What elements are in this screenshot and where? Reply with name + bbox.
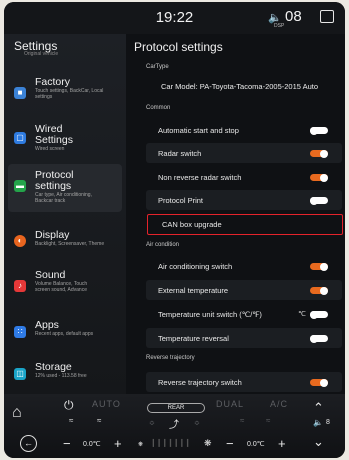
sidebar-item-desc: Wired screen — [35, 146, 65, 152]
fan-level-bar[interactable]: ❙❙❙❙❙❙❙ — [150, 438, 191, 447]
sidebar-item-factory[interactable]: ■ Factory Touch settings, BackCar, Local… — [8, 74, 122, 110]
defrost-front-icon[interactable]: ≎ — [149, 419, 155, 427]
sidebar-item-label: Protocol settings — [35, 169, 74, 192]
sidebar-item-label: Display — [35, 229, 70, 241]
setting-row-external-temp[interactable]: External temperature — [146, 280, 342, 300]
toggle-reverse-trajectory[interactable] — [310, 378, 328, 387]
sidebar-item-sound[interactable]: ♪ Sound Volume Balance, Touch screen sou… — [8, 270, 122, 306]
window-icon[interactable] — [320, 10, 334, 23]
setting-row-protocol-print[interactable]: Protocol Print — [146, 190, 342, 210]
sidebar-subtitle: Original vehicle — [24, 51, 59, 57]
storage-icon: ◫ — [14, 368, 26, 380]
setting-label: Air conditioning switch — [158, 262, 233, 271]
sidebar-item-desc: Touch settings, BackCar, Local settings — [35, 88, 104, 100]
defrost-rear-icon[interactable]: ≎ — [194, 419, 200, 427]
setting-label: Protocol Print — [158, 196, 204, 205]
seat-cool-right-icon[interactable]: ≈ — [266, 416, 270, 425]
volume-level: 08 — [285, 8, 302, 25]
display-icon: ◐ — [14, 235, 26, 247]
sidebar-item-storage[interactable]: ◫ Storage 12% used - 113.58 free — [8, 362, 122, 390]
sidebar-item-desc: Backlight, Screensaver, Theme — [35, 241, 105, 247]
fan-small-icon: ❋ — [138, 442, 144, 448]
temp-left-minus[interactable]: − — [63, 436, 71, 451]
section-common: Common — [146, 105, 171, 111]
sidebar-item-protocol[interactable]: ▬ Protocol settings Car type, Air condit… — [8, 164, 122, 212]
toggle-protocol-print[interactable] — [310, 196, 328, 205]
home-icon[interactable]: ⌂ — [12, 404, 22, 422]
sidebar-item-desc: Volume Balance, Touch screen sound, Adva… — [35, 281, 88, 293]
setting-label: Radar switch — [158, 149, 202, 158]
sidebar-item-label: Apps — [35, 319, 59, 331]
volume-icon[interactable]: 🔈 — [313, 418, 323, 427]
auto-button[interactable]: AUTO — [92, 399, 121, 409]
temp-left-plus[interactable]: + — [114, 436, 122, 451]
setting-row-ac-switch[interactable]: Air conditioning switch — [146, 256, 342, 276]
section-cartype: CarType — [146, 64, 169, 70]
setting-row-temp-reversal[interactable]: Temperature reversal — [146, 328, 342, 348]
fan-large-icon: ❋ — [204, 438, 212, 448]
toggle-temp-reversal[interactable] — [310, 334, 328, 343]
rear-button[interactable]: REAR — [147, 403, 205, 413]
climate-bar: ⌂ ⏻ AUTO ≈ ≈ REAR ⤴ ≎ ≎ DUAL A/C ≈ ≈ ⌃ 🔈… — [4, 394, 345, 458]
protocol-icon: ▬ — [14, 180, 26, 192]
temp-unit-value: ℃ — [298, 311, 306, 318]
setting-row-temp-unit[interactable]: Temperature unit switch (℃/℉) ℃ — [146, 304, 342, 324]
sidebar-item-display[interactable]: ◐ Display Backlight, Screensaver, Theme — [8, 230, 122, 260]
setting-label: Temperature reversal — [158, 334, 229, 343]
chevron-down-icon[interactable]: ⌄ — [313, 434, 324, 450]
setting-label: Reverse trajectory switch — [158, 378, 242, 387]
status-bar: 19:22 🔈 08 DSP — [4, 2, 345, 34]
temp-right-minus[interactable]: − — [226, 436, 234, 451]
airflow-icon[interactable]: ⤴ — [169, 416, 179, 431]
dual-button[interactable]: DUAL — [216, 399, 244, 409]
sidebar-item-label: Storage — [35, 361, 72, 373]
sidebar-item-label: Wired Settings — [35, 123, 73, 146]
section-reverse: Reverse trajectory — [146, 355, 195, 361]
sidebar-item-wired[interactable]: ▢ Wired Settings Wired screen — [8, 122, 122, 154]
toggle-auto-start-stop[interactable] — [310, 126, 328, 135]
dsp-label: DSP — [274, 23, 285, 29]
car-model-value[interactable]: Car Model: PA-Toyota-Tacoma-2005-2015 Au… — [161, 82, 318, 91]
setting-label: External temperature — [158, 286, 229, 295]
setting-row-radar[interactable]: Radar switch — [146, 143, 342, 163]
seat-cool-left-icon[interactable]: ≈ — [97, 416, 101, 425]
head-unit-screen: 19:22 🔈 08 DSP Settings Original vehicle… — [4, 2, 345, 458]
chevron-up-icon[interactable]: ⌃ — [313, 400, 324, 416]
temp-right-value: 0.0℃ — [247, 441, 265, 448]
settings-sidebar: Settings Original vehicle ■ Factory Touc… — [4, 34, 126, 394]
seat-heat-left-icon[interactable]: ≈ — [69, 416, 73, 425]
sidebar-item-desc: Recent apps, default apps — [35, 331, 94, 337]
sound-icon: ♪ — [14, 280, 26, 292]
setting-label: Automatic start and stop — [158, 126, 239, 135]
sidebar-item-label: Sound — [35, 269, 66, 281]
highlight-box — [147, 214, 343, 235]
volume-value: 8 — [326, 419, 330, 426]
toggle-radar[interactable] — [310, 149, 328, 158]
ac-button[interactable]: A/C — [270, 399, 288, 409]
section-air: Air condition — [146, 242, 180, 248]
wired-icon: ▢ — [14, 132, 26, 144]
setting-label: Temperature unit switch (℃/℉) — [158, 310, 262, 319]
factory-icon: ■ — [14, 87, 26, 99]
setting-label: Non reverse radar switch — [158, 173, 242, 182]
setting-row-non-reverse-radar[interactable]: Non reverse radar switch — [146, 167, 342, 187]
sidebar-item-desc: 12% used - 113.58 free — [35, 373, 87, 379]
sidebar-item-desc: Car type, Air conditioning, Backcar trac… — [35, 192, 92, 204]
power-icon[interactable]: ⏻ — [64, 398, 74, 413]
sidebar-item-label: Factory — [35, 76, 71, 88]
setting-row-auto-start-stop[interactable]: Automatic start and stop — [146, 120, 342, 140]
apps-icon: ∷ — [14, 326, 26, 338]
toggle-non-reverse-radar[interactable] — [310, 173, 328, 182]
sidebar-item-apps[interactable]: ∷ Apps Recent apps, default apps — [8, 320, 122, 350]
toggle-ac[interactable] — [310, 262, 328, 271]
toggle-temp-unit[interactable] — [310, 310, 328, 319]
seat-heat-right-icon[interactable]: ≈ — [240, 416, 244, 425]
temp-left-value: 0.0℃ — [83, 441, 101, 448]
back-icon[interactable]: ← — [20, 435, 37, 452]
setting-row-reverse-trajectory[interactable]: Reverse trajectory switch — [146, 372, 342, 392]
toggle-external-temp[interactable] — [310, 286, 328, 295]
page-title: Protocol settings — [134, 40, 223, 54]
protocol-settings-panel: Protocol settings CarType Car Model: PA-… — [126, 34, 345, 394]
temp-right-plus[interactable]: + — [278, 436, 286, 451]
